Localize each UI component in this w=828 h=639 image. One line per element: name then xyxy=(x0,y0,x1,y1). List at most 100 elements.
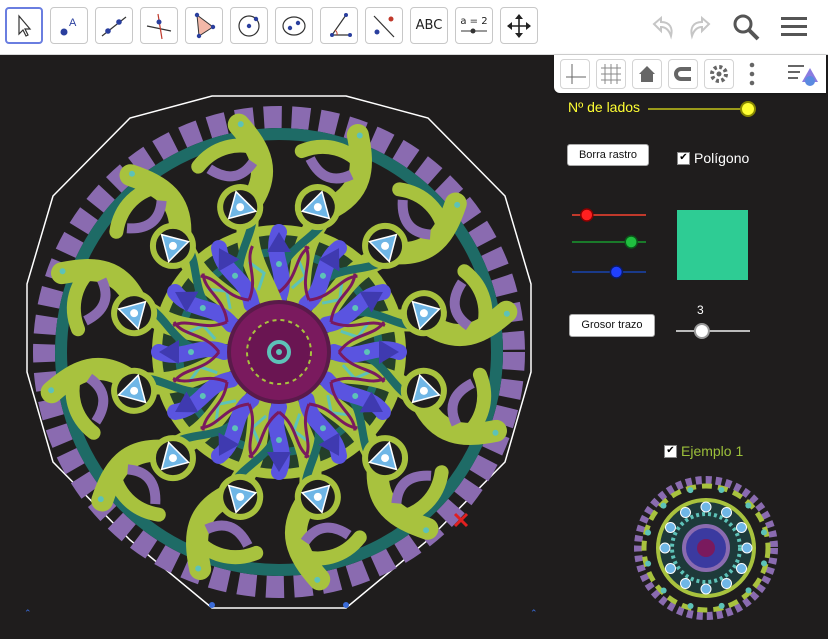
move-view-tool[interactable] xyxy=(500,7,538,44)
vertical-dots-icon xyxy=(749,62,755,86)
green-slider-knob[interactable] xyxy=(624,235,638,249)
polygon-checkbox[interactable]: ✔ Polígono xyxy=(677,150,749,166)
point-icon-glyph: A xyxy=(69,17,77,29)
slider-icon-label: a = 2 xyxy=(460,15,488,27)
check-mark-icon: ✔ xyxy=(666,445,675,456)
search-icon xyxy=(733,14,760,41)
grid-toggle-button[interactable] xyxy=(596,59,626,89)
example-mandala-outer-dot xyxy=(687,487,694,494)
example-mandala-outer-dot xyxy=(660,587,667,594)
slider-tool[interactable]: a = 2 xyxy=(455,7,493,44)
red-slider-knob[interactable] xyxy=(580,208,594,222)
example-mandala-outer-dot xyxy=(660,502,667,509)
redo-button[interactable] xyxy=(683,10,717,44)
hamburger-menu-icon xyxy=(781,17,807,36)
polygon-vertex[interactable] xyxy=(343,602,349,608)
graphics-view[interactable]: ⌃ ⌃ xyxy=(0,55,828,639)
style-bar-toggle-button[interactable] xyxy=(786,60,820,88)
example-mandala-outer-dot xyxy=(745,587,752,594)
example-mandala-outer-dot xyxy=(718,602,725,609)
clear-trace-button[interactable]: Borra rastro xyxy=(567,144,649,166)
example-checkbox-box[interactable]: ✔ xyxy=(664,444,677,458)
sides-slider-knob[interactable] xyxy=(740,101,756,117)
reflect-tool[interactable] xyxy=(365,7,403,44)
color-preview-square xyxy=(677,210,748,280)
line-icon xyxy=(101,16,127,36)
example-mandala-dot xyxy=(700,501,712,513)
example-mandala-outer-dot xyxy=(687,602,694,609)
more-options-button[interactable] xyxy=(748,61,756,87)
example-mandala-dot xyxy=(680,578,691,590)
reflect-icon xyxy=(373,15,395,37)
sides-slider-label: Nº de lados xyxy=(568,99,641,115)
circle-tool[interactable] xyxy=(230,7,268,44)
slider-icon: a = 2 xyxy=(459,15,489,35)
example-mandala-outer-dot xyxy=(645,529,652,536)
menu-button[interactable] xyxy=(777,10,811,44)
example-mandala-dot xyxy=(680,506,691,518)
example-mandala-dot xyxy=(736,563,748,574)
check-mark-icon: ✔ xyxy=(679,152,688,163)
example-mandala-outer-dot xyxy=(745,502,752,509)
ellipse-icon xyxy=(282,15,306,36)
example-mandala-outer-dot xyxy=(760,560,767,567)
perpendicular-line-tool[interactable] xyxy=(140,7,178,44)
example-mandala xyxy=(634,476,778,620)
line-tool[interactable] xyxy=(95,7,133,44)
redo-icon xyxy=(690,15,711,40)
example-mandala-dot xyxy=(659,542,671,554)
toolbar: A ABC a = 2 xyxy=(0,0,828,55)
stroke-width-value: 3 xyxy=(697,303,704,317)
example-mandala-dot xyxy=(736,522,748,533)
search-button[interactable] xyxy=(729,10,763,44)
example-mandala-outer-dot xyxy=(760,529,767,536)
example-mandala-outer-dot xyxy=(645,560,652,567)
stroke-width-button[interactable]: Grosor trazo xyxy=(569,314,655,337)
move-tool[interactable] xyxy=(5,7,43,44)
magnet-icon xyxy=(674,67,691,81)
ellipse-tool[interactable] xyxy=(275,7,313,44)
mandala-trace xyxy=(33,106,525,598)
example-checkbox[interactable]: ✔ Ejemplo 1 xyxy=(664,443,743,459)
grid-icon xyxy=(601,64,621,84)
home-icon xyxy=(639,66,655,82)
polygon-vertex[interactable] xyxy=(209,602,215,608)
home-view-button[interactable] xyxy=(632,59,662,89)
circle-icon xyxy=(238,14,260,37)
point-tool[interactable]: A xyxy=(50,7,88,44)
example-mandala-dot xyxy=(741,542,753,554)
polygon-tool[interactable] xyxy=(185,7,223,44)
blue-slider-knob[interactable] xyxy=(609,265,624,279)
example-checkbox-label: Ejemplo 1 xyxy=(681,443,744,459)
example-mandala-dot xyxy=(664,563,676,574)
text-icon: ABC xyxy=(415,18,443,33)
example-mandala-dot xyxy=(700,583,712,595)
example-mandala-dot xyxy=(721,578,732,590)
polygon-icon xyxy=(194,12,216,38)
perpendicular-icon xyxy=(146,13,172,39)
axis-tick-left: ⌃ xyxy=(24,609,32,619)
angle-icon xyxy=(330,12,352,37)
angle-tool[interactable] xyxy=(320,7,358,44)
stroke-width-slider-knob[interactable] xyxy=(693,323,710,339)
snap-button[interactable] xyxy=(668,59,698,89)
example-mandala-dot xyxy=(664,522,676,533)
slider-icon-track xyxy=(461,28,487,33)
undo-icon xyxy=(652,15,673,40)
axis-tick-right: ⌃ xyxy=(530,609,538,619)
axes-icon xyxy=(566,64,586,84)
example-mandala-dot xyxy=(721,506,732,518)
point-icon: A xyxy=(60,17,77,35)
polygon-checkbox-box[interactable]: ✔ xyxy=(677,151,690,165)
text-tool[interactable]: ABC xyxy=(410,7,448,44)
example-mandala-outer-dot xyxy=(718,487,725,494)
move-arrows-icon xyxy=(507,13,531,38)
style-bar xyxy=(554,55,826,93)
polygon-checkbox-label: Polígono xyxy=(694,150,750,166)
settings-button[interactable] xyxy=(704,59,734,89)
axes-toggle-button[interactable] xyxy=(560,59,590,89)
arrow-cursor-icon xyxy=(18,13,32,37)
style-bar-icon xyxy=(788,65,818,86)
gear-icon xyxy=(710,65,728,83)
undo-button[interactable] xyxy=(646,10,680,44)
